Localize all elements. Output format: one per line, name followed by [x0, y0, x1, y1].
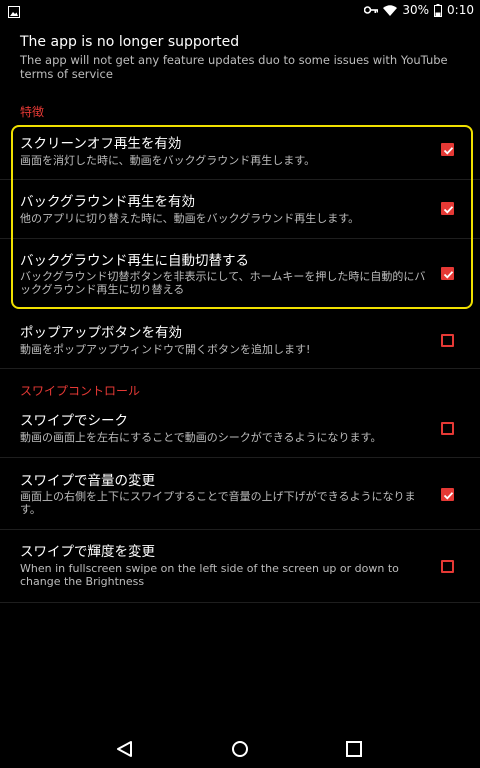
- notice-title: The app is no longer supported: [20, 34, 240, 50]
- battery-percent: 30%: [402, 3, 430, 17]
- checkbox-checked[interactable]: [441, 267, 454, 280]
- checkbox-checked[interactable]: [441, 143, 454, 156]
- pref-summary: 画面上の右側を上下にスワイプすることで音量の上げ下げができるようになります。: [20, 490, 416, 516]
- section-header-swipe-controls: スワイプコントロール: [20, 384, 141, 398]
- recents-icon[interactable]: [344, 739, 364, 759]
- pref-title: スワイプでシーク: [20, 413, 128, 429]
- pref-title: バックグラウンド再生に自動切替する: [20, 253, 249, 269]
- key-icon: [364, 5, 379, 15]
- pref-summary: 他のアプリに切り替えた時に、動画をバックグラウンド再生します。: [20, 212, 360, 225]
- status-icons: 30% 0:10: [364, 2, 474, 18]
- pref-summary: 動画をポップアップウィンドウで開くボタンを追加します!: [20, 343, 311, 356]
- pref-swipe-volume[interactable]: スワイプで音量の変更 画面上の右側を上下にスワイプすることで音量の上げ下げができ…: [0, 458, 480, 530]
- pref-background-playback[interactable]: バックグラウンド再生を有効 他のアプリに切り替えた時に、動画をバックグラウンド再…: [0, 180, 480, 239]
- pref-swipe-brightness[interactable]: スワイプで輝度を変更 When in fullscreen swipe on t…: [0, 530, 480, 603]
- pref-title: スクリーンオフ再生を有効: [20, 136, 182, 152]
- status-bar: 30% 0:10: [0, 0, 480, 20]
- back-icon[interactable]: [115, 739, 135, 759]
- section-header-features: 特徴: [20, 105, 45, 119]
- unsupported-notice[interactable]: The app is no longer supported The app w…: [20, 33, 460, 81]
- pref-title: スワイプで音量の変更: [20, 473, 155, 489]
- pref-screen-off-playback[interactable]: スクリーンオフ再生を有効 画面を消灯した時に、動画をバックグラウンド再生します。: [0, 128, 480, 180]
- pref-swipe-seek[interactable]: スワイプでシーク 動画の画面上を左右にすることで動画のシークができるようになりま…: [0, 403, 480, 458]
- pref-title: ポップアップボタンを有効: [20, 325, 182, 341]
- navigation-bar: [0, 728, 480, 768]
- battery-icon: [434, 3, 443, 17]
- pref-summary: バックグラウンド切替ボタンを非表示にして、ホームキーを押した時に自動的にバックグ…: [20, 270, 426, 296]
- checkbox-unchecked[interactable]: [441, 422, 454, 435]
- checkbox-checked[interactable]: [441, 202, 454, 215]
- checkbox-checked[interactable]: [441, 488, 454, 501]
- checkbox-unchecked[interactable]: [441, 334, 454, 347]
- pref-title: スワイプで輝度を変更: [20, 544, 155, 560]
- notice-description: The app will not get any feature updates…: [20, 53, 448, 81]
- image-icon: [8, 3, 20, 18]
- pref-title: バックグラウンド再生を有効: [20, 194, 195, 210]
- pref-summary: 動画の画面上を左右にすることで動画のシークができるようになります。: [20, 431, 382, 444]
- pref-popup-button[interactable]: ポップアップボタンを有効 動画をポップアップウィンドウで開くボタンを追加します!: [0, 311, 480, 369]
- checkbox-unchecked[interactable]: [441, 560, 454, 573]
- pref-auto-background-switch[interactable]: バックグラウンド再生に自動切替する バックグラウンド切替ボタンを非表示にして、ホ…: [0, 239, 480, 307]
- pref-summary: When in fullscreen swipe on the left sid…: [20, 562, 399, 588]
- pref-summary: 画面を消灯した時に、動画をバックグラウンド再生します。: [20, 154, 316, 167]
- home-icon[interactable]: [230, 739, 250, 759]
- wifi-icon: [383, 4, 398, 16]
- clock: 0:10: [447, 3, 474, 17]
